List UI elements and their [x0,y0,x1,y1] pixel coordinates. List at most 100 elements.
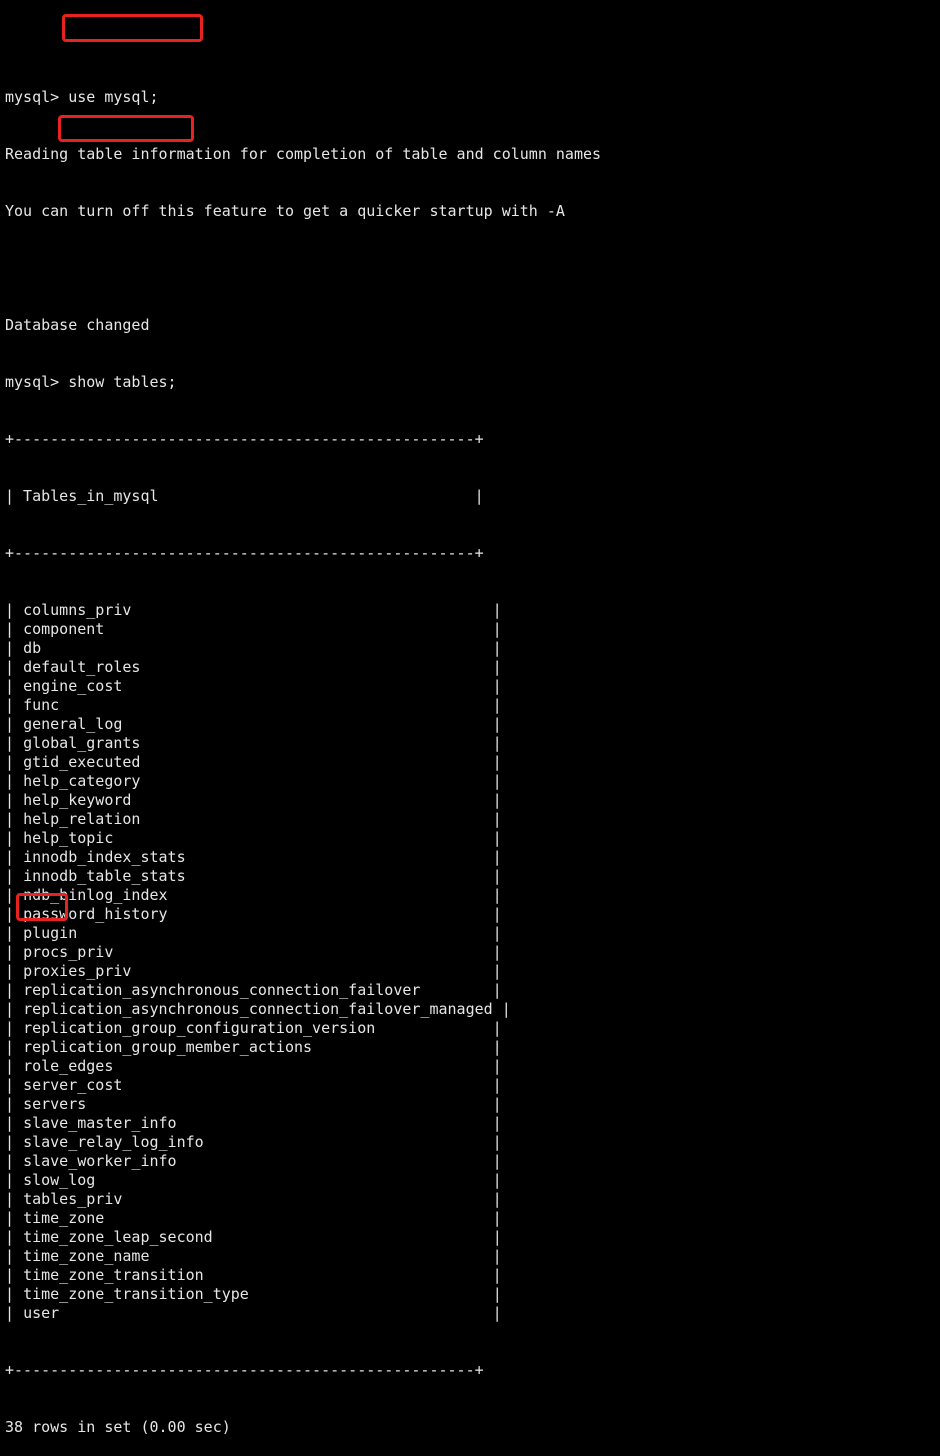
row-border-left: | [5,1038,24,1056]
command-line-show: mysql> show tables; [5,373,935,392]
row-border-left: | [5,1228,24,1246]
row-border-left: | [5,886,24,904]
row-padding [122,715,492,733]
row-padding [420,981,492,999]
row-border-left: | [5,1304,24,1322]
row-border-right: | [492,1114,502,1132]
table-header: | Tables_in_mysql | [5,487,484,505]
result-summary: 38 rows in set (0.00 sec) [5,1418,231,1436]
row-border-left: | [5,1152,24,1170]
row-table-name: time_zone [23,1209,105,1227]
row-padding [104,1209,492,1227]
table-border-header: +---------------------------------------… [5,544,484,562]
row-border-right: | [492,810,502,828]
table-border-bottom: +---------------------------------------… [5,1361,484,1379]
table-row: | servers | [5,1095,935,1114]
row-padding [122,677,492,695]
row-border-right: | [492,886,502,904]
table-border-top: +---------------------------------------… [5,430,484,448]
row-border-left: | [5,810,24,828]
row-border-left: | [5,1076,24,1094]
row-padding [131,601,492,619]
table-row: | replication_asynchronous_connection_fa… [5,1000,935,1019]
command-line-use: mysql> use mysql; [5,88,935,107]
row-table-name: time_zone_transition_type [23,1285,249,1303]
row-table-name: global_grants [23,734,141,752]
row-table-name: help_category [23,772,141,790]
prompt: mysql> [5,373,69,391]
row-border-left: | [5,1209,24,1227]
row-padding [131,791,492,809]
table-row: | innodb_table_stats | [5,867,935,886]
row-border-right: | [492,658,502,676]
table-row: | help_relation | [5,810,935,829]
row-border-left: | [5,658,24,676]
table-row: | default_roles | [5,658,935,677]
row-padding [95,1171,492,1189]
table-row: | replication_group_configuration_versio… [5,1019,935,1038]
row-padding [122,1190,492,1208]
row-border-left: | [5,1114,24,1132]
row-border-right: | [492,1266,502,1284]
table-row: | innodb_index_stats | [5,848,935,867]
terminal-output[interactable]: mysql> use mysql; Reading table informat… [5,0,935,1456]
row-padding [140,810,492,828]
row-table-name: procs_priv [23,943,114,961]
row-border-right: | [492,1019,502,1037]
row-padding [59,696,492,714]
row-border-right: | [492,620,502,638]
row-border-left: | [5,867,24,885]
table-row: | time_zone_transition_type | [5,1285,935,1304]
row-table-name: plugin [23,924,78,942]
command-show-tables: show tables; [68,373,177,391]
row-border-right: | [492,924,502,942]
row-border-right: | [492,1228,502,1246]
row-border-right: | [492,772,502,790]
row-table-name: replication_group_member_actions [23,1038,313,1056]
table-row: | time_zone | [5,1209,935,1228]
row-border-right: | [492,1152,502,1170]
row-table-name: time_zone_leap_second [23,1228,213,1246]
table-row: | role_edges | [5,1057,935,1076]
row-border-left: | [5,981,24,999]
table-row: | help_category | [5,772,935,791]
row-table-name: replication_group_configuration_version [23,1019,376,1037]
row-border-left: | [5,734,24,752]
row-padding [204,1266,493,1284]
row-table-name: password_history [23,905,168,923]
row-border-left: | [5,1171,24,1189]
row-border-left: | [5,772,24,790]
row-border-right: | [492,1171,502,1189]
row-padding [140,734,492,752]
row-border-left: | [5,791,24,809]
row-border-left: | [5,1057,24,1075]
row-padding [113,943,492,961]
row-padding [177,1114,493,1132]
row-padding [186,848,493,866]
row-padding [375,1019,492,1037]
row-padding [168,905,493,923]
row-border-right: | [492,791,502,809]
row-table-name: component [23,620,105,638]
row-border-right: | [492,1057,502,1075]
table-row: | replication_group_member_actions | [5,1038,935,1057]
table-row: | slave_worker_info | [5,1152,935,1171]
row-border-right: | [492,943,502,961]
row-border-left: | [5,1000,24,1018]
row-padding [122,1076,492,1094]
table-row: | help_keyword | [5,791,935,810]
table-row: | time_zone_leap_second | [5,1228,935,1247]
table-row: | slave_relay_log_info | [5,1133,935,1152]
row-padding [131,962,492,980]
table-row: | func | [5,696,935,715]
row-border-left: | [5,1095,24,1113]
table-row: | columns_priv | [5,601,935,620]
row-border-left: | [5,924,24,942]
table-row: | user | [5,1304,935,1323]
row-border-left: | [5,677,24,695]
prior-output-line [5,31,935,50]
row-border-right: | [492,696,502,714]
row-table-name: engine_cost [23,677,123,695]
row-padding [204,1133,493,1151]
